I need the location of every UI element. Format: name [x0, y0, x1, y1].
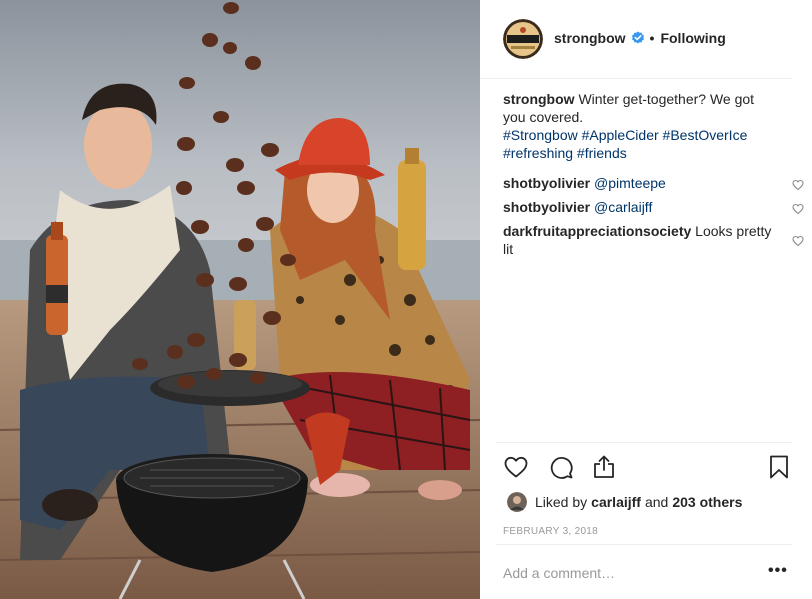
strongbow-logo-avatar	[503, 19, 543, 59]
comment-mention[interactable]: @carlaijff	[594, 199, 652, 215]
comments-list: strongbow Winter get-together? We got yo…	[503, 90, 808, 264]
comment-like-heart-icon[interactable]	[792, 233, 804, 247]
comment-divider	[496, 544, 792, 545]
post-photo[interactable]	[0, 0, 480, 599]
post-image	[0, 0, 480, 599]
profile-username[interactable]: strongbow	[554, 30, 626, 46]
header-separator: •	[649, 30, 655, 46]
liked-by-prefix: Liked by	[535, 494, 588, 510]
header-row: strongbow • Following	[554, 30, 726, 46]
following-button[interactable]: Following	[660, 30, 725, 46]
post-panel: strongbow • Following strongbow Winter g…	[480, 0, 812, 599]
comment-icon[interactable]	[548, 454, 574, 480]
liker-username[interactable]: carlaijff	[591, 494, 641, 510]
post-caption: strongbow Winter get-together? We got yo…	[503, 90, 808, 162]
caption-username[interactable]: strongbow	[503, 91, 575, 107]
comment-like-heart-icon[interactable]	[792, 177, 804, 191]
heart-icon[interactable]	[503, 454, 529, 480]
comment-mention[interactable]: @pimteepe	[594, 175, 666, 191]
likes-others-count[interactable]: 203 others	[672, 494, 742, 510]
comment-username[interactable]: shotbyolivier	[503, 175, 590, 191]
bookmark-icon[interactable]	[766, 454, 792, 480]
comment-like-heart-icon[interactable]	[792, 201, 804, 215]
share-icon[interactable]	[591, 454, 617, 480]
actions-divider	[496, 442, 792, 443]
liked-by-conjunction: and	[644, 494, 669, 510]
profile-avatar[interactable]	[503, 19, 543, 59]
comment-item: shotbyolivier @pimteepe	[503, 174, 808, 192]
post-header: strongbow • Following	[480, 0, 812, 78]
verified-badge-icon	[631, 31, 645, 45]
comment-username[interactable]: shotbyolivier	[503, 199, 590, 215]
caption-hashtags[interactable]: #Strongbow #AppleCider #BestOverIce #ref…	[503, 126, 780, 162]
comment-username[interactable]: darkfruitappreciationsociety	[503, 223, 691, 239]
liker-avatar[interactable]	[507, 492, 527, 512]
add-comment-input[interactable]	[503, 562, 753, 584]
post-date[interactable]: FEBRUARY 3, 2018	[503, 526, 598, 537]
likes-summary: Liked by carlaijff and 203 others	[507, 492, 746, 512]
action-bar	[503, 454, 793, 482]
comment-item: darkfruitappreciationsociety Looks prett…	[503, 222, 808, 258]
header-divider	[480, 78, 792, 79]
more-options-button[interactable]: •••	[768, 562, 788, 580]
comment-item: shotbyolivier @carlaijff	[503, 198, 808, 216]
